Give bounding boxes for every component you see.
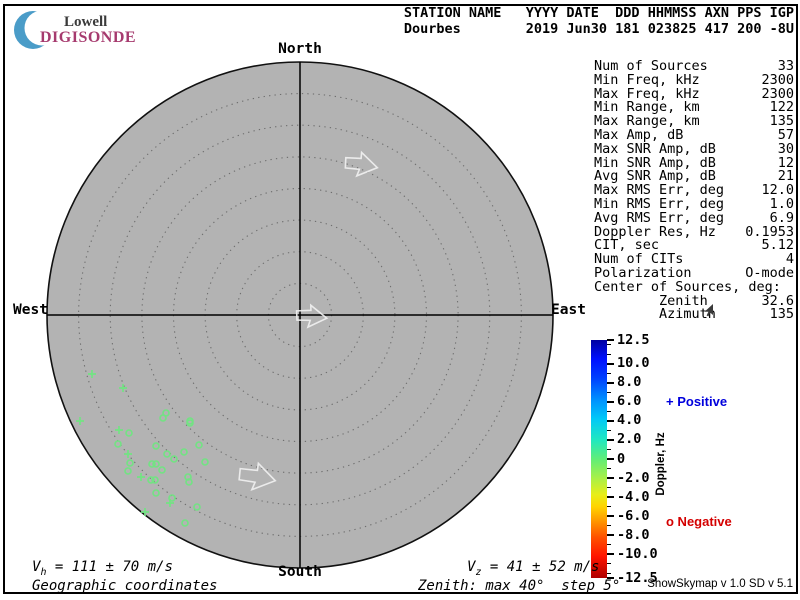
colorbar-minor-tick	[607, 506, 611, 507]
colorbar-minor-tick	[607, 563, 611, 564]
colorbar-major-tick	[607, 382, 614, 384]
colorbar-minor-tick	[607, 525, 611, 526]
colorbar-tick-label: -4.0	[617, 491, 650, 504]
colorbar-major-tick	[607, 553, 614, 555]
colorbar-minor-tick	[607, 430, 611, 431]
cursor-icon	[704, 304, 714, 317]
colorbar-tick-label: -10.0	[617, 548, 658, 561]
compass-north-label: North	[278, 41, 322, 57]
param-value: 135	[770, 308, 794, 322]
colorbar-major-tick	[607, 363, 614, 365]
software-version: ShowSkymap v 1.0 SD v 5.1	[647, 578, 793, 590]
colorbar-minor-tick	[607, 411, 611, 412]
colorbar-tick-label: -2.0	[617, 472, 650, 485]
doppler-colorbar	[591, 340, 607, 578]
colorbar-minor-tick	[607, 449, 611, 450]
colorbar-tick-label: -8.0	[617, 529, 650, 542]
colorbar-minor-tick	[607, 344, 611, 345]
colorbar-minor-tick	[607, 573, 611, 574]
colorbar-tick-label: 10.0	[617, 357, 650, 370]
colorbar-tick-label: 2.0	[617, 433, 641, 446]
colorbar-major-tick	[607, 477, 614, 479]
coordinates-label: Geographic coordinates	[32, 578, 217, 594]
zenith-range-label: Zenith: max 40° step 5°	[418, 578, 620, 594]
colorbar-minor-tick	[607, 544, 611, 545]
colorbar-tick-label: 0	[617, 453, 625, 466]
colorbar-major-tick	[607, 458, 614, 460]
vertical-velocity: Vz = 41 ± 52 m/s	[467, 559, 599, 578]
vh-value: = 111 ± 70 m/s	[46, 559, 172, 575]
colorbar-tick-label: 12.5	[617, 334, 650, 347]
colorbar-tick-label: 8.0	[617, 376, 641, 389]
horizontal-velocity: Vh = 111 ± 70 m/s	[32, 559, 173, 578]
param-label: Azimuth	[594, 308, 716, 322]
colorbar-minor-tick	[607, 354, 611, 355]
colorbar-minor-tick	[607, 373, 611, 374]
colorbar-major-tick	[607, 339, 614, 341]
compass-west-label: West	[13, 302, 48, 318]
compass-south-label: South	[278, 564, 322, 580]
colorbar-major-tick	[607, 420, 614, 422]
vz-value: = 41 ± 52 m/s	[481, 559, 599, 575]
compass-east-label: East	[551, 302, 586, 318]
colorbar-tick-label: -6.0	[617, 510, 650, 523]
colorbar-title: Doppler, Hz	[655, 432, 667, 495]
colorbar-minor-tick	[607, 392, 611, 393]
colorbar-major-tick	[607, 496, 614, 498]
colorbar-tick-label: 4.0	[617, 414, 641, 427]
colorbar-major-tick	[607, 401, 614, 403]
colorbar-major-tick	[607, 439, 614, 441]
legend-negative: o Negative	[666, 514, 732, 529]
colorbar-major-tick	[607, 534, 614, 536]
colorbar-major-tick	[607, 515, 614, 517]
legend-positive: + Positive	[666, 394, 727, 409]
colorbar-minor-tick	[607, 487, 611, 488]
colorbar-minor-tick	[607, 468, 611, 469]
param-row: Azimuth 135	[594, 308, 794, 322]
colorbar-tick-label: 6.0	[617, 395, 641, 408]
parameter-list: Num of Sources33Min Freq, kHz2300Max Fre…	[594, 60, 794, 322]
